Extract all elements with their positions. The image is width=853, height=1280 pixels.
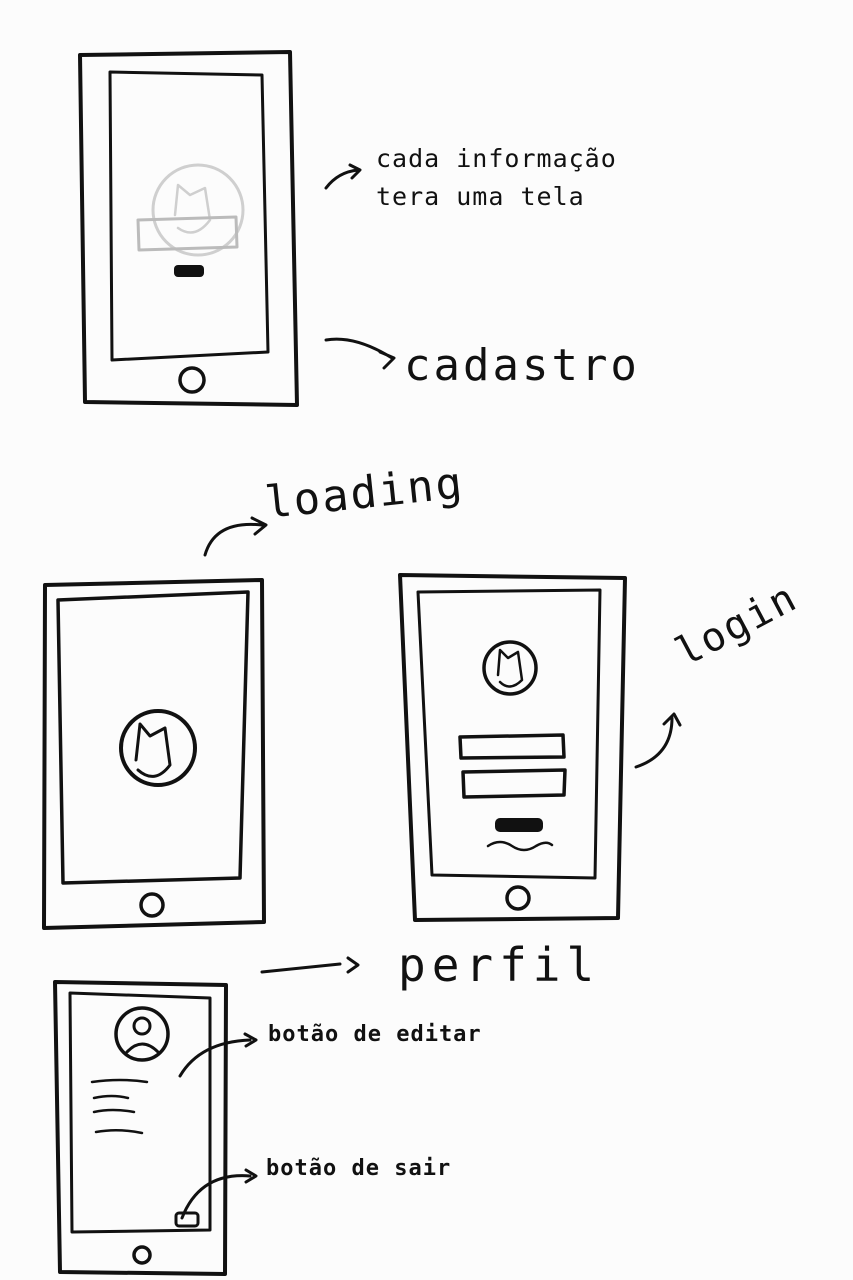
cadastro-note: cada informação tera uma tela xyxy=(376,140,617,215)
cadastro-note-line2: tera uma tela xyxy=(376,181,585,211)
label-perfil: perfil xyxy=(398,938,601,992)
arrow-to-login xyxy=(634,712,682,769)
arrow-to-exit xyxy=(180,1168,258,1220)
home-button xyxy=(139,892,165,918)
arrow-to-loading xyxy=(203,516,268,557)
home-button xyxy=(178,366,206,394)
label-edit-button: botão de editar xyxy=(268,1022,482,1047)
forgot-link xyxy=(486,840,554,852)
exit-button xyxy=(174,1211,200,1228)
arrow-to-edit xyxy=(178,1032,258,1078)
username-field xyxy=(458,733,566,760)
label-exit-button: botão de sair xyxy=(266,1156,452,1181)
info-lines xyxy=(90,1078,149,1135)
password-field xyxy=(461,768,567,799)
phone-login xyxy=(398,573,627,922)
phone-frame xyxy=(42,578,266,930)
arrow-to-cadastro xyxy=(324,337,396,370)
login-button xyxy=(495,818,543,832)
phone-screen xyxy=(416,588,602,880)
phone-screen xyxy=(56,590,250,885)
arrow-to-note xyxy=(324,163,362,190)
submit-button xyxy=(174,265,204,277)
cat-icon xyxy=(134,722,172,778)
cat-faded-icon xyxy=(173,183,212,234)
phone-loading xyxy=(42,578,266,930)
home-button xyxy=(132,1245,152,1265)
cat-icon xyxy=(496,648,524,688)
logo-faded-icon xyxy=(151,163,245,257)
home-button xyxy=(505,885,531,911)
avatar-body xyxy=(125,1042,160,1054)
avatar-head xyxy=(132,1016,152,1036)
arrow-to-perfil xyxy=(260,956,360,974)
cadastro-note-line1: cada informação xyxy=(376,144,617,173)
phone-frame xyxy=(398,573,627,922)
phone-cadastro xyxy=(78,50,299,407)
label-cadastro: cadastro xyxy=(404,340,640,391)
phone-screen xyxy=(108,70,270,362)
phone-perfil xyxy=(53,980,228,1276)
phone-screen xyxy=(68,991,212,1234)
